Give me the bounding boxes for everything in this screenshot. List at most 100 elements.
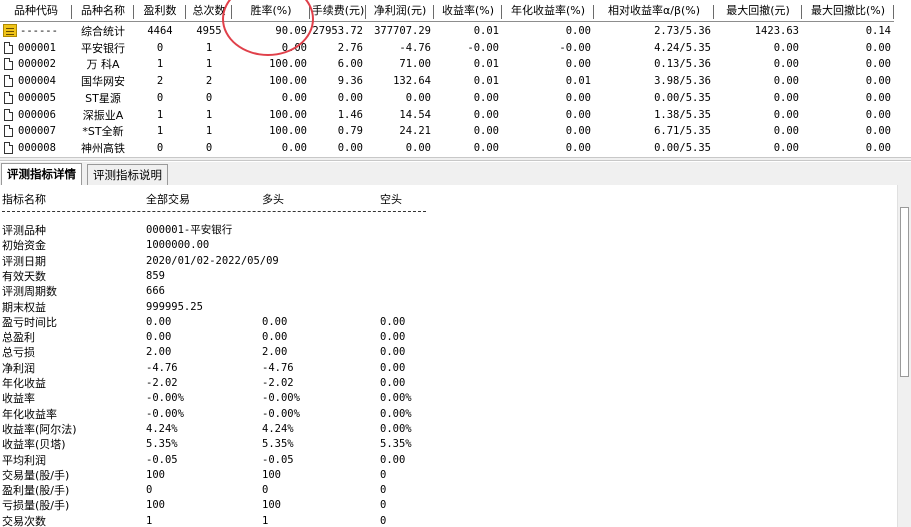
metric-long: 1	[262, 514, 269, 527]
cell-fee: 27953.72	[310, 23, 366, 40]
cell-annual-return: 0.00	[502, 123, 594, 140]
metric-all: 0.00	[146, 331, 172, 344]
cell-win-rate: 100.00	[232, 123, 310, 140]
cell-text: 6.00	[337, 58, 363, 71]
cell-net-profit: 132.64	[366, 73, 434, 90]
table-row[interactable]: 000004 国华网安 2 2 100.00 9.36 132.64 0.01 0.01 3.98…	[0, 73, 911, 90]
column-header-total-count[interactable]: 总次数	[186, 0, 232, 22]
metric-name: 平均利润	[2, 453, 46, 467]
cell-text: 0.00	[281, 41, 307, 54]
table-row[interactable]: 000008 神州高铁 0 0 0.00 0.00 0.00 0.00 0.00 0.00/5.3…	[0, 140, 911, 157]
tab-metric-details[interactable]: 评测指标详情	[1, 163, 82, 185]
cell-return-rate: 0.00	[434, 140, 502, 157]
cell-text: 0	[156, 91, 164, 104]
cell-max-drawdown-ratio: 0.00	[802, 90, 894, 107]
column-separator[interactable]	[893, 5, 894, 19]
metric-all: 100	[146, 499, 165, 512]
metric-long: -0.05	[262, 453, 294, 466]
column-header-profit-count[interactable]: 盈利数	[134, 0, 186, 22]
metric-name: 盈利量(股/手)	[2, 484, 70, 498]
metric-name: 年化收益率	[2, 407, 57, 421]
metric-short: 0.00	[380, 346, 406, 359]
cell-text: 0.00	[773, 75, 799, 88]
column-header-alpha-beta[interactable]: 相对收益率α/β(%)	[594, 0, 714, 22]
cell-total-count: 2	[186, 73, 232, 90]
cell-text: 100.00	[269, 108, 307, 121]
cell-text: 000001	[18, 41, 56, 54]
metric-all: -4.76	[146, 361, 178, 374]
cell-win-rate: 0.00	[232, 40, 310, 57]
cell-return-rate: 0.00	[434, 90, 502, 107]
cell-net-profit: -4.76	[366, 40, 434, 57]
metric-long: 0.00	[262, 315, 288, 328]
detail-scrollbar[interactable]	[897, 185, 911, 527]
column-header-win-rate[interactable]: 胜率(%)	[232, 0, 310, 22]
cell-net-profit: 24.21	[366, 123, 434, 140]
cell-profit-count: 2	[134, 73, 186, 90]
summary-icon	[3, 24, 17, 37]
panel-splitter[interactable]	[0, 157, 911, 161]
cell-win-rate: 100.00	[232, 73, 310, 90]
cell-text: 0.00	[405, 91, 431, 104]
cell-return-rate: 0.01	[434, 73, 502, 90]
cell-profit-count: 1	[134, 56, 186, 73]
column-header-name[interactable]: 品种名称	[72, 0, 134, 22]
cell-profit-count: 1	[134, 123, 186, 140]
cell-text: 0.00	[281, 141, 307, 154]
metric-name: 收益率	[2, 392, 35, 406]
metric-short: 5.35%	[380, 438, 412, 451]
cell-text: 4955	[196, 25, 222, 37]
cell-text: 000006	[18, 108, 56, 121]
cell-win-rate: 90.09	[232, 23, 310, 40]
cell-max-drawdown: 0.00	[714, 40, 802, 57]
table-row[interactable]: 000002 万 科A 1 1 100.00 6.00 71.00 0.01 0.00 0.13/…	[0, 56, 911, 73]
cell-text: 0.00	[473, 108, 499, 121]
table-row[interactable]: 000005 ST星源 0 0 0.00 0.00 0.00 0.00 0.00 0.00/5.3…	[0, 90, 911, 107]
metric-name: 总盈利	[2, 331, 35, 345]
cell-win-rate: 0.00	[232, 90, 310, 107]
metric-long: 5.35%	[262, 438, 294, 451]
cell-text: 0.00	[773, 91, 799, 104]
cell-max-drawdown: 0.00	[714, 123, 802, 140]
table-row[interactable]: 000006 深振业A 1 1 100.00 1.46 14.54 0.00 0.00 1.38/…	[0, 107, 911, 124]
metric-long: -4.76	[262, 361, 294, 374]
metric-all: 999995.25	[146, 300, 203, 313]
summary-row[interactable]: ------ 综合统计 4464 4955 90.09 27953.72 377707.29…	[0, 23, 911, 40]
tab-metric-explanation[interactable]: 评测指标说明	[87, 164, 168, 185]
table-row[interactable]: 000007 *ST全新 1 1 100.00 0.79 24.21 0.00 0.00 6.71…	[0, 123, 911, 140]
metric-all: 5.35%	[146, 438, 178, 451]
cell-profit-count: 4464	[134, 23, 186, 40]
header-separator	[2, 211, 426, 212]
cell-text: 万 科A	[86, 58, 120, 72]
column-header-max-drawdown[interactable]: 最大回撤(元)	[714, 0, 802, 22]
cell-text: 1.38/5.35	[654, 108, 711, 121]
cell-profit-count: 0	[134, 90, 186, 107]
detail-header-all: 全部交易	[146, 193, 190, 206]
cell-text: 0.79	[337, 125, 363, 138]
column-header-fee[interactable]: 手续费(元)	[310, 0, 366, 22]
table-row[interactable]: 000001 平安银行 0 1 0.00 2.76 -4.76 -0.00 -0.00 4.24/…	[0, 40, 911, 57]
cell-text: 0.00	[281, 91, 307, 104]
cell-text: 1	[156, 58, 164, 71]
cell-text: 2	[156, 75, 164, 88]
metric-name: 收益率(贝塔)	[2, 438, 66, 452]
cell-annual-return: -0.00	[502, 40, 594, 57]
cell-text: ------	[20, 25, 58, 37]
cell-fee: 2.76	[310, 40, 366, 57]
column-header-return-rate[interactable]: 收益率(%)	[434, 0, 502, 22]
cell-annual-return: 0.00	[502, 90, 594, 107]
cell-return-rate: 0.00	[434, 107, 502, 124]
cell-text: 0.00	[865, 58, 891, 71]
cell-total-count: 1	[186, 56, 232, 73]
stock-stats-grid: 品种代码 品种名称 盈利数 总次数 胜率(%) 手续费(元) 净利润(元) 收益率(%) 年化收…	[0, 0, 911, 157]
column-header-code[interactable]: 品种代码	[0, 0, 72, 22]
cell-text: 平安银行	[81, 41, 125, 55]
cell-return-rate: 0.01	[434, 23, 502, 40]
metric-short: 0	[380, 484, 387, 497]
column-header-max-drawdown-ratio[interactable]: 最大回撤比(%)	[802, 0, 894, 22]
column-header-annual-return[interactable]: 年化收益率(%)	[502, 0, 594, 22]
metric-name: 总亏损	[2, 346, 35, 360]
metric-name: 交易次数	[2, 514, 46, 527]
scrollbar-thumb[interactable]	[900, 207, 909, 377]
column-header-net-profit[interactable]: 净利润(元)	[366, 0, 434, 22]
